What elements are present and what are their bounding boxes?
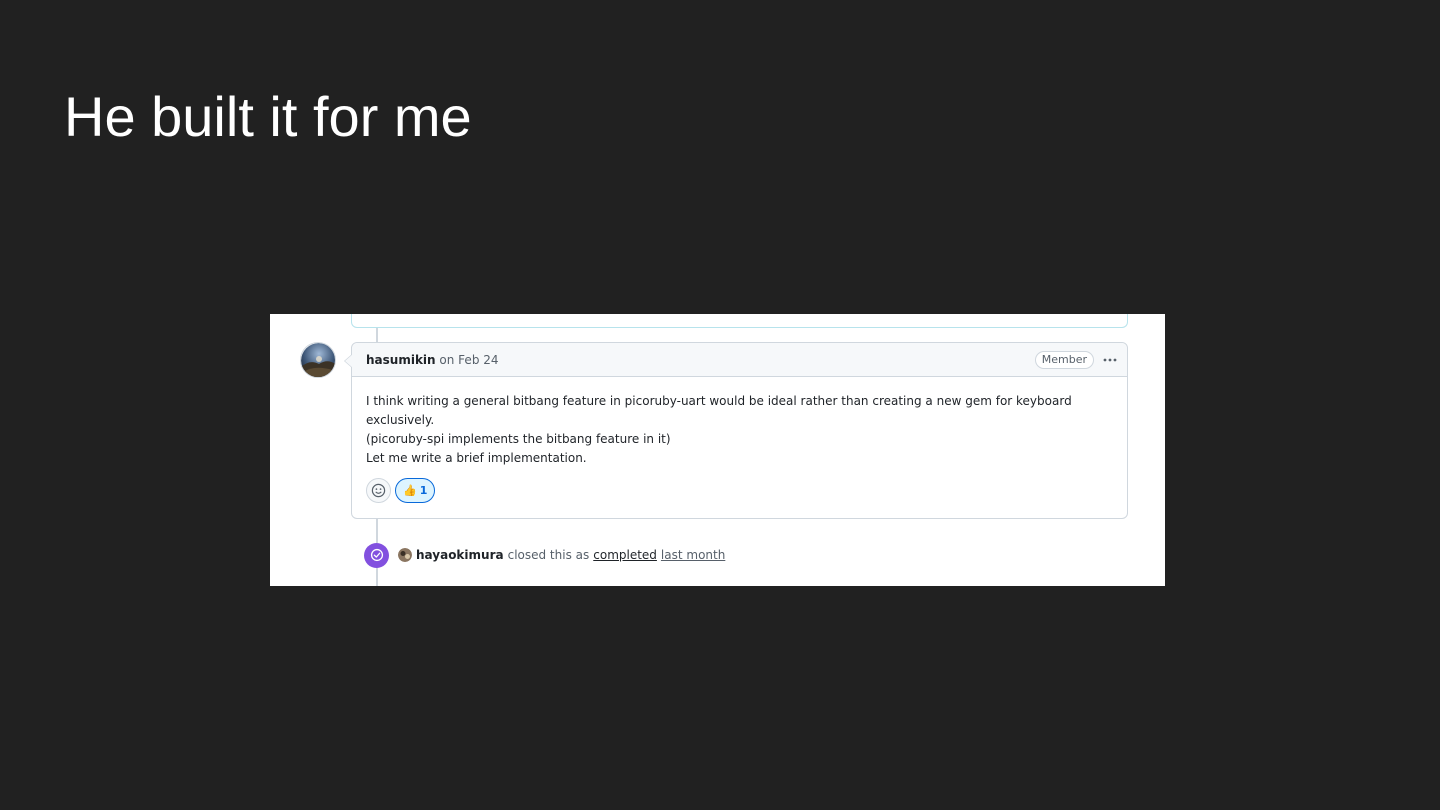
add-reaction-button[interactable] <box>366 478 391 503</box>
comment-body: I think writing a general bitbang featur… <box>352 377 1127 468</box>
comment-header: hasumikin on Feb 24 Member <box>352 343 1127 377</box>
timeline-line <box>376 328 378 342</box>
comment-line: I think writing a general bitbang featur… <box>366 394 1072 408</box>
timeline-line <box>376 519 378 543</box>
avatar[interactable] <box>300 342 336 378</box>
comment-line: exclusively. <box>366 413 435 427</box>
event-actor[interactable]: hayaokimura <box>416 548 504 562</box>
github-issue-screenshot: hasumikin on Feb 24 Member I think writi… <box>270 314 1165 586</box>
event-time-link[interactable]: last month <box>661 548 725 562</box>
check-circle-icon <box>364 542 389 568</box>
thumbs-up-reaction-button[interactable]: 👍 1 <box>395 478 436 503</box>
comment-date[interactable]: on Feb 24 <box>439 353 498 367</box>
smiley-icon <box>371 483 386 498</box>
thumbs-up-icon: 👍 <box>403 484 417 497</box>
slide-title: He built it for me <box>64 85 472 148</box>
reaction-count: 1 <box>419 484 428 497</box>
comment-author[interactable]: hasumikin <box>366 353 436 367</box>
previous-comment-edge <box>351 314 1128 328</box>
timeline-line <box>376 567 378 586</box>
comment-line: (picoruby-spi implements the bitbang fea… <box>366 432 671 446</box>
issue-comment: hasumikin on Feb 24 Member I think writi… <box>344 342 1128 519</box>
comment-line: Let me write a brief implementation. <box>366 451 587 465</box>
kebab-horizontal-icon[interactable] <box>1102 343 1118 390</box>
completed-link[interactable]: completed <box>593 548 657 562</box>
role-badge: Member <box>1034 351 1094 369</box>
mini-avatar[interactable] <box>398 548 412 562</box>
event-action-text: closed this as <box>507 548 590 562</box>
reactions-bar: 👍 1 <box>366 478 436 503</box>
closed-event: hayaokimura closed this as completed las… <box>364 542 725 568</box>
